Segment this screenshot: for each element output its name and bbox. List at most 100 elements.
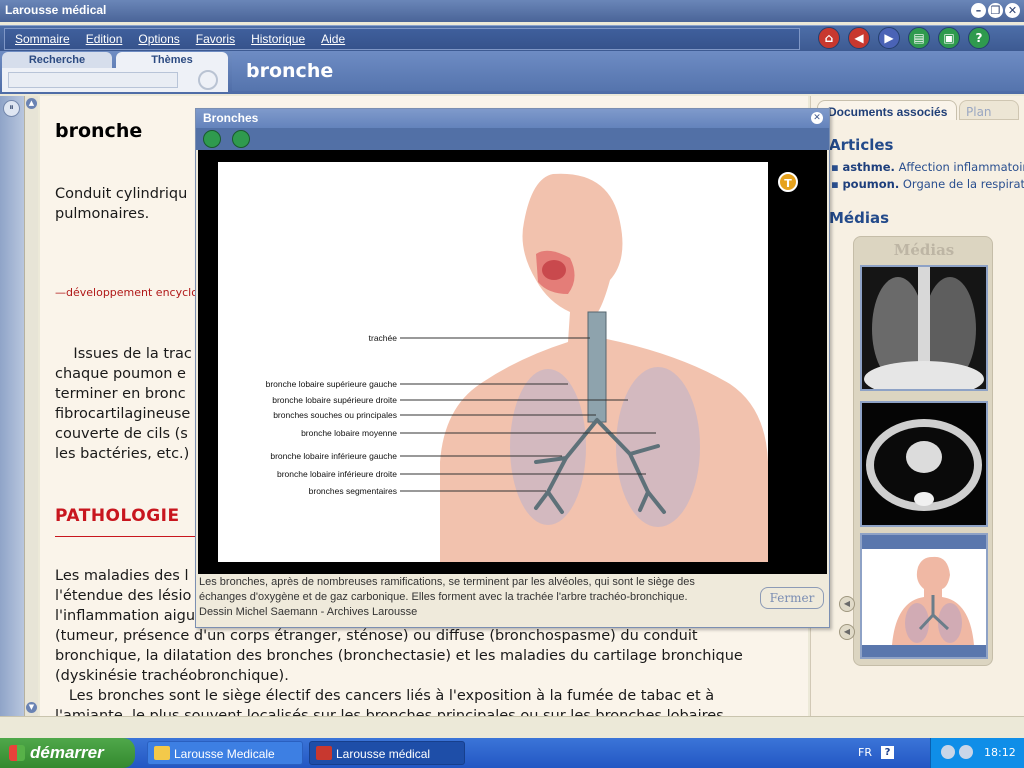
article-title: bronche [55, 120, 143, 142]
info-icon[interactable]: T [778, 172, 798, 192]
dialog-close-icon[interactable]: ✕ [811, 112, 823, 124]
para2-line: l'étendue des lésio [55, 588, 192, 604]
media-thumbnail-ct-scan[interactable] [860, 401, 988, 527]
label-lobaire-inf-droite: bronche lobaire inférieure droite [277, 469, 397, 479]
maximize-button[interactable]: ❐ [988, 3, 1003, 18]
para2-line: (tumeur, présence d'un corps étranger, s… [55, 628, 698, 644]
windows-logo-icon [9, 745, 25, 761]
media-thumbnail-xray[interactable] [860, 265, 988, 397]
menu-list: Sommaire Edition Options Favoris Histori… [4, 28, 800, 50]
minimize-button[interactable]: – [971, 3, 986, 18]
para1-line: terminer en bronc [55, 386, 186, 402]
start-button[interactable]: démarrer [0, 738, 135, 768]
back-icon[interactable]: ◀ [848, 27, 870, 49]
clock: 18:12 [984, 746, 1016, 759]
taskbar-item-folder[interactable]: Larousse Medicale [147, 741, 303, 765]
label-lobaire-sup-gauche: bronche lobaire supérieure gauche [266, 379, 398, 389]
copy-icon[interactable] [203, 130, 221, 148]
start-label: démarrer [30, 743, 104, 762]
pin-icon[interactable]: ⏸ [3, 100, 20, 117]
taskbar-item-larousse[interactable]: Larousse médical [309, 741, 465, 765]
menu-historique[interactable]: Historique [241, 32, 311, 46]
heading-bar: bronche [232, 51, 1024, 91]
tab-plan[interactable]: Plan [959, 100, 1019, 120]
media-box-title: Médias [893, 241, 955, 259]
fermer-button[interactable]: Fermer [760, 587, 824, 609]
label-souches: bronches souches ou principales [273, 410, 397, 420]
bronchi-illustration: trachée bronche lobaire supérieure gauch… [218, 162, 768, 562]
para2-line: (dyskinésie trachéobronchique). [55, 668, 289, 684]
language-indicator[interactable]: FR [858, 746, 872, 759]
help-tray-icon[interactable]: ? [881, 746, 894, 759]
article-term[interactable]: poumon. [842, 177, 899, 191]
dialog-toolbar [196, 128, 829, 150]
bronches-dialog: Bronches ✕ trachée bronche lobaire supér… [195, 108, 830, 628]
para1-line: couverte de cils (s [55, 426, 188, 442]
media-prev-icon[interactable]: ◀ [839, 596, 855, 612]
window-controls: – ❐ ✕ [971, 3, 1020, 18]
title-bar: Larousse médical – ❐ ✕ [0, 0, 1024, 22]
article-term[interactable]: asthme. [842, 160, 894, 174]
article-desc: Affection inflammatoire [898, 160, 1024, 174]
caption-line: échanges d'oxygène et de gaz carbonique.… [199, 591, 688, 603]
help-icon[interactable]: ? [968, 27, 990, 49]
related-article[interactable]: ▪ asthme. Affection inflammatoire [831, 160, 1024, 174]
label-lobaire-inf-gauche: bronche lobaire inférieure gauche [270, 451, 397, 461]
label-segmentaires: bronches segmentaires [309, 486, 397, 496]
home-icon[interactable]: ⌂ [818, 27, 840, 49]
close-button[interactable]: ✕ [1005, 3, 1020, 18]
development-link[interactable]: —développement encyclope [55, 286, 212, 299]
scroll-down-icon[interactable]: ▼ [26, 702, 37, 713]
print-icon[interactable] [232, 130, 250, 148]
para2-line: bronchique, la dilatation des bronches (… [55, 648, 743, 664]
para2-line: Les bronches sont le siège électif des c… [55, 688, 715, 704]
dialog-image-area: trachée bronche lobaire supérieure gauch… [198, 150, 827, 574]
tab-recherche[interactable]: Recherche [2, 52, 112, 68]
dialog-title-bar: Bronches ✕ [196, 109, 829, 128]
label-lobaire-sup-droite: bronche lobaire supérieure droite [272, 395, 397, 405]
media-next-icon[interactable]: ◀ [839, 624, 855, 640]
para2-line: l'amiante, le plus souvent localisés sur… [55, 708, 724, 716]
tab-themes[interactable]: Thèmes [116, 52, 228, 68]
article-desc: Organe de la respiratio [902, 177, 1024, 191]
medias-heading: Médias [829, 209, 890, 227]
para1-line: chaque poumon e [55, 366, 186, 382]
folder-icon[interactable]: ▣ [938, 27, 960, 49]
label-trachee: trachée [369, 333, 398, 343]
article-scrollbar[interactable]: ▲ ▼ [24, 96, 38, 716]
menu-aide[interactable]: Aide [311, 32, 351, 46]
dialog-title: Bronches [203, 111, 259, 125]
related-article[interactable]: ▪ poumon. Organe de la respiratio [831, 177, 1024, 191]
tray-icon[interactable] [959, 745, 973, 759]
articles-heading: Articles [829, 136, 894, 154]
system-tray: 18:12 [930, 738, 1024, 768]
menu-bar: Sommaire Edition Options Favoris Histori… [0, 25, 1024, 51]
menu-options[interactable]: Options [128, 32, 185, 46]
caption-line: Les bronches, après de nombreuses ramifi… [199, 576, 695, 588]
media-thumbnail-bronchi-drawing[interactable] [860, 533, 988, 659]
forward-icon[interactable]: ▶ [878, 27, 900, 49]
para2-line: l'inflammation aigu [55, 608, 196, 624]
menu-sommaire[interactable]: Sommaire [5, 32, 76, 46]
search-panel [2, 68, 228, 92]
menu-favoris[interactable]: Favoris [186, 32, 241, 46]
section-divider [55, 536, 195, 537]
menu-edition[interactable]: Edition [76, 32, 129, 46]
larousse-app-icon [316, 746, 332, 760]
toolbar: ⌂ ◀ ▶ ▤ ▣ ? [818, 27, 990, 49]
search-input[interactable] [8, 72, 178, 88]
tray-icon[interactable] [941, 745, 955, 759]
print-icon[interactable]: ▤ [908, 27, 930, 49]
scroll-up-icon[interactable]: ▲ [26, 98, 37, 109]
folder-icon [154, 746, 170, 760]
status-strip [0, 716, 1024, 738]
right-panel: Documents associés Plan Articles ▪ asthm… [810, 96, 1024, 716]
section-heading: PATHOLOGIE [55, 506, 180, 526]
task-label: Larousse Medicale [174, 747, 275, 761]
label-lobaire-moyenne: bronche lobaire moyenne [301, 428, 397, 438]
left-strip: ⏸ [0, 96, 24, 716]
page-title: bronche [246, 60, 334, 82]
para2-line: Les maladies des l [55, 568, 189, 584]
tab-documents-associes[interactable]: Documents associés [817, 100, 957, 120]
search-go-button[interactable] [198, 70, 218, 90]
